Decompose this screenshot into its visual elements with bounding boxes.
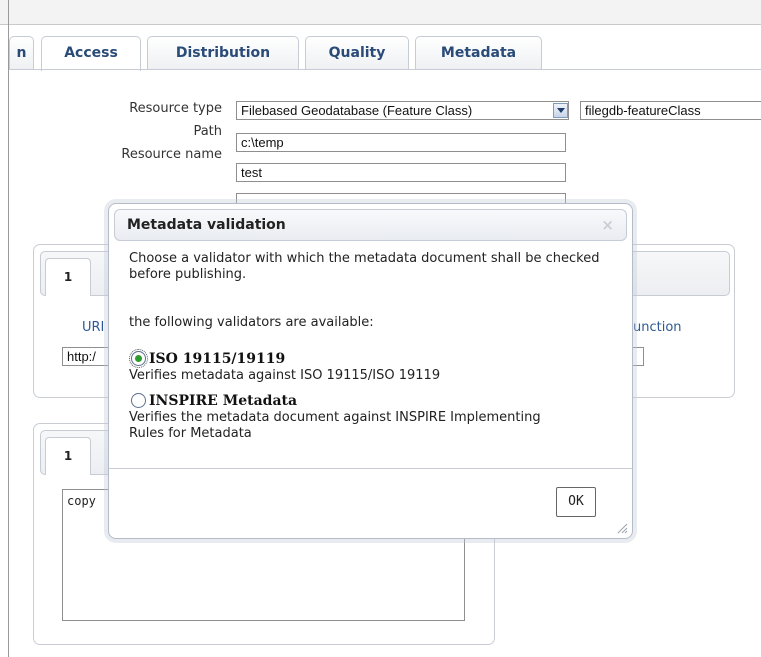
tab-baseline [9,69,761,70]
tab-quality-label: Quality [328,45,386,61]
tab-access[interactable]: Access [41,36,141,71]
top-bar [0,0,761,25]
close-icon[interactable]: × [601,216,614,234]
chevron-down-icon[interactable] [553,103,568,118]
dialog-titlebar[interactable]: Metadata validation × [114,209,627,241]
tab-metadata-label: Metadata [440,45,517,61]
option-inspire-title: INSPIRE Metadata [149,393,298,409]
resource-type-value: Filebased Geodatabase (Feature Class) [241,103,473,118]
dialog-available-text: the following validators are available: [129,315,374,330]
tab-metadata[interactable]: Metadata [415,36,542,70]
radio-iso[interactable] [129,349,148,368]
tab-partial[interactable]: n [9,36,34,70]
tab-access-label: Access [64,45,118,61]
option-inspire-desc: Verifies the metadata document against I… [129,410,541,441]
left-border [8,0,9,657]
path-label: Path [193,124,222,139]
resource-name-label: Resource name [121,147,222,162]
panel1-tab-1[interactable]: 1 [45,258,91,296]
path-input[interactable]: c:\temp [236,133,566,152]
resource-type-code-value: filegdb-featureClass [585,103,701,118]
ok-button[interactable]: OK [556,487,596,517]
panel2-tab-1[interactable]: 1 [45,437,91,475]
url-label: URI [82,320,105,335]
url-value: http:/ [67,349,96,364]
path-value: c:\temp [241,135,284,150]
panel2-tab-label: 1 [63,449,73,463]
resource-type-select[interactable]: Filebased Geodatabase (Feature Class) [236,101,569,120]
resource-type-code-field[interactable]: filegdb-featureClass [580,101,761,120]
dialog-intro: Choose a validator with which the metada… [129,251,600,282]
option-iso-desc: Verifies metadata against ISO 19115/ISO … [129,368,441,383]
dialog-title: Metadata validation [127,217,286,233]
resource-name-input[interactable]: test [236,163,566,182]
dialog-separator [109,468,632,469]
tab-distribution[interactable]: Distribution [147,36,299,70]
metadata-validation-dialog: Metadata validation × Choose a validator… [108,203,633,539]
option-iso-title: ISO 19115/19119 [149,351,286,367]
function-label: unction [633,320,682,335]
tab-quality[interactable]: Quality [305,36,409,70]
panel1-tab-label: 1 [63,270,73,284]
constraints-text: copy [67,494,96,508]
radio-inspire[interactable] [131,393,146,408]
resize-grip-icon[interactable] [616,522,628,534]
tab-partial-label: n [16,45,27,61]
tab-distribution-label: Distribution [175,45,271,61]
resource-type-label: Resource type [129,101,222,116]
resource-name-value: test [241,165,262,180]
